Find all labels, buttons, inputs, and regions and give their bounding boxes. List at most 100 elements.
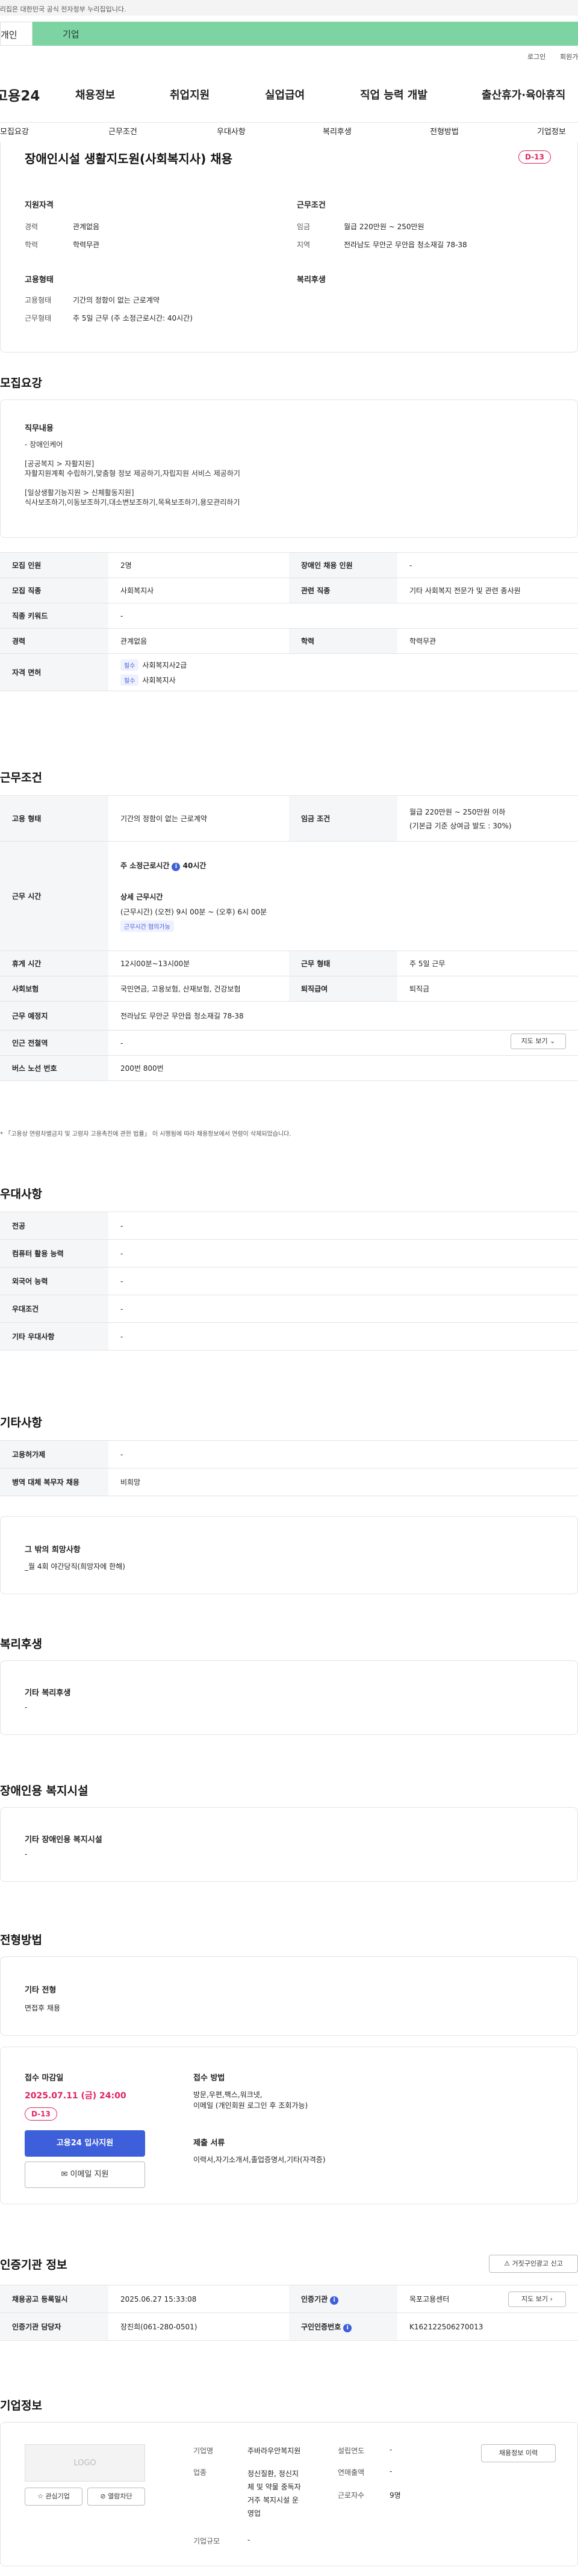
- welfare-summary-title: 복리후생: [297, 276, 326, 285]
- info-icon[interactable]: i: [343, 2323, 352, 2332]
- section-nav-company[interactable]: 기업정보: [537, 125, 566, 137]
- deadline-value: 2025.07.11 (금) 24:00: [25, 2091, 126, 2101]
- hours-label: 근무 시간: [0, 841, 108, 951]
- job-label: 모집 직종: [0, 578, 108, 603]
- work-permit-label: 고용허가제: [0, 1440, 108, 1468]
- agency-table: 채용공고 등록일시 2025.06.27 15:33:08 인증기관 i 목포고용…: [0, 2285, 578, 2341]
- reg-date-value: 2025.06.27 15:33:08: [108, 2285, 289, 2313]
- pref-major-value: -: [108, 1212, 578, 1240]
- agency-section-title: 인증기관 정보: [0, 2258, 67, 2272]
- fav-company-button[interactable]: ☆ 관심기업: [25, 2488, 82, 2506]
- region-label: 지역: [297, 241, 311, 249]
- related-job-label: 관련 직종: [289, 578, 397, 603]
- company-name-label: 기업명: [193, 2447, 214, 2455]
- hours-detail-value: (근무시간) (오전) 9시 00분 ~ (오후) 6시 00분: [120, 908, 267, 916]
- headcount-value: 2명: [108, 552, 289, 578]
- apply-card: 접수 마감일 2025.07.11 (금) 24:00 D-13 고용24 입사…: [0, 2047, 578, 2204]
- wage-cond-note: (기본급 기준 상여금 발도 : 30%): [409, 821, 512, 830]
- welfare-card: 기타 복리후생 -: [0, 1660, 578, 1735]
- emp-type-label: 고용형태: [25, 296, 52, 304]
- related-job-value: 기타 사회복지 전문가 및 관련 종사원: [397, 578, 578, 603]
- license-label: 자격 면허: [0, 653, 108, 691]
- work-type-value: 주 5일 근무 (주 소정근로시간: 40시간): [73, 314, 193, 322]
- tab-individual[interactable]: 개인: [0, 22, 33, 46]
- duty-line: - 장애인케어: [25, 440, 63, 449]
- employees-label: 근로자수: [338, 2491, 365, 2500]
- apply-button[interactable]: 고용24 입사지원: [25, 2130, 145, 2157]
- section-nav-recruit[interactable]: 모집요강: [0, 125, 29, 137]
- career-label: 경력: [25, 223, 39, 231]
- map-button[interactable]: 지도 보기 ⌄: [511, 1034, 566, 1049]
- license-item: 사회복지사2급: [142, 661, 187, 670]
- join-link[interactable]: 회원가입: [560, 52, 578, 61]
- cert-number-label-text: 구인인증번호: [301, 2322, 341, 2331]
- nav-training[interactable]: 직업 능력 개발: [360, 87, 427, 102]
- block-company-label: 열람차단: [108, 2492, 132, 2500]
- facility-card: 기타 장애인용 복지시설 -: [0, 1807, 578, 1882]
- nav-parental-leave[interactable]: 출산휴가·육아휴직: [482, 87, 578, 102]
- duty-title: 직무내용: [25, 424, 54, 433]
- disabled-headcount-label: 장애인 채용 인원: [289, 552, 397, 578]
- gov-banner: 이 누리집은 대한민국 공식 전자정부 누리집입니다.: [0, 0, 578, 16]
- pref-section-title: 우대사항: [0, 1188, 42, 1201]
- gov-banner-text: 이 누리집은 대한민국 공식 전자정부 누리집입니다.: [0, 5, 126, 13]
- block-company-button[interactable]: ⊘ 열람차단: [87, 2488, 145, 2506]
- retirement-label: 퇴직급여: [289, 976, 397, 1002]
- method-value: 방문,우편,팩스,워크넷, 이메일 (개인회원 로그인 후 조회가능): [193, 2089, 308, 2111]
- map-button-label: 지도 보기: [521, 1037, 548, 1045]
- disabled-headcount-value: -: [397, 552, 578, 578]
- agency-org-label-text: 인증기관: [301, 2294, 328, 2303]
- bus-label: 버스 노선 번호: [0, 1055, 108, 1081]
- subway-value: -: [108, 1030, 578, 1056]
- region-value: 전라남도 무안군 무안읍 청소재길 78-38: [344, 241, 467, 249]
- info-icon[interactable]: i: [330, 2296, 339, 2305]
- section-nav-preference[interactable]: 우대사항: [217, 125, 246, 137]
- company-section-title: 기업정보: [0, 2399, 42, 2412]
- insurance-label: 사회보험: [0, 976, 108, 1002]
- career-value: 관계없음: [73, 223, 100, 231]
- deadline-label: 접수 마감일: [25, 2074, 64, 2083]
- emp-title: 고용형태: [25, 276, 54, 285]
- star-icon: ☆: [37, 2492, 43, 2500]
- agency-manager-label: 인증기관 담당자: [0, 2313, 108, 2341]
- conditions-table: 고용 형태 기간의 정함이 없는 근로계약 임금 조건 월급 220만원 ~ 2…: [0, 795, 578, 1081]
- career-row-value: 관계없음: [108, 628, 289, 654]
- weekly-hours-value: 40시간: [182, 861, 207, 870]
- section-nav-conditions[interactable]: 근무조건: [108, 125, 137, 137]
- report-button[interactable]: ⚠ 거짓구인광고 신고: [489, 2255, 578, 2273]
- founded-label: 설립연도: [338, 2447, 365, 2455]
- agency-org-label: 인증기관 i: [289, 2285, 397, 2313]
- section-nav-screening[interactable]: 전형방법: [430, 125, 459, 137]
- screening-section-title: 전형방법: [0, 1934, 42, 1947]
- email-apply-button[interactable]: ✉ 이메일 지원: [25, 2162, 145, 2188]
- nav-unemployment[interactable]: 실업급여: [265, 87, 305, 102]
- tab-company[interactable]: 기업: [33, 22, 578, 46]
- age-notice: * 「고용상 연령차별금지 및 고령자 고용촉진에 관한 법률」 이 시행됨에 …: [0, 1131, 291, 1138]
- section-nav-welfare[interactable]: 복리후생: [323, 125, 352, 137]
- agency-map-button[interactable]: 지도 보기 ›: [508, 2291, 566, 2307]
- pref-major-label: 전공: [0, 1212, 108, 1240]
- chevron-right-icon: ›: [550, 2295, 553, 2303]
- nav-jobs[interactable]: 채용정보: [75, 87, 115, 102]
- screening-value: 면접후 채용: [25, 2004, 61, 2012]
- login-link[interactable]: 로그인: [527, 52, 545, 61]
- place-label: 근무 예정지: [0, 1001, 108, 1031]
- nav-employment-support[interactable]: 취업지원: [170, 87, 210, 102]
- facility-section-title: 장애인용 복지시설: [0, 1784, 89, 1798]
- industry-line: 정신질환, 정신지: [247, 2470, 299, 2478]
- info-icon[interactable]: i: [172, 863, 181, 871]
- site-logo[interactable]: 고용24: [0, 84, 40, 105]
- edu-row-label: 학력: [289, 628, 397, 654]
- company-name-value: 주바라우안복지원: [247, 2447, 301, 2455]
- sales-label: 연매출액: [338, 2468, 365, 2477]
- page-root: 이 누리집은 대한민국 공식 전자정부 누리집입니다. 개인 기업 로그인 회원…: [0, 0, 578, 2576]
- wage-cond-value: 월급 220만원 ~ 250만원 이하 (기본급 기준 상여금 발도 : 30%…: [397, 795, 578, 842]
- job-history-button[interactable]: 채용정보 이력: [481, 2444, 556, 2462]
- wage-label: 임금: [297, 223, 311, 231]
- user-type-tabs: 개인 기업: [0, 22, 578, 46]
- work-form-value: 주 5일 근무: [397, 951, 578, 976]
- pref-language-label: 외국어 능력: [0, 1267, 108, 1295]
- sales-value: -: [390, 2467, 393, 2476]
- headcount-label: 모집 인원: [0, 552, 108, 578]
- cert-number-label: 구인인증번호 i: [289, 2313, 397, 2341]
